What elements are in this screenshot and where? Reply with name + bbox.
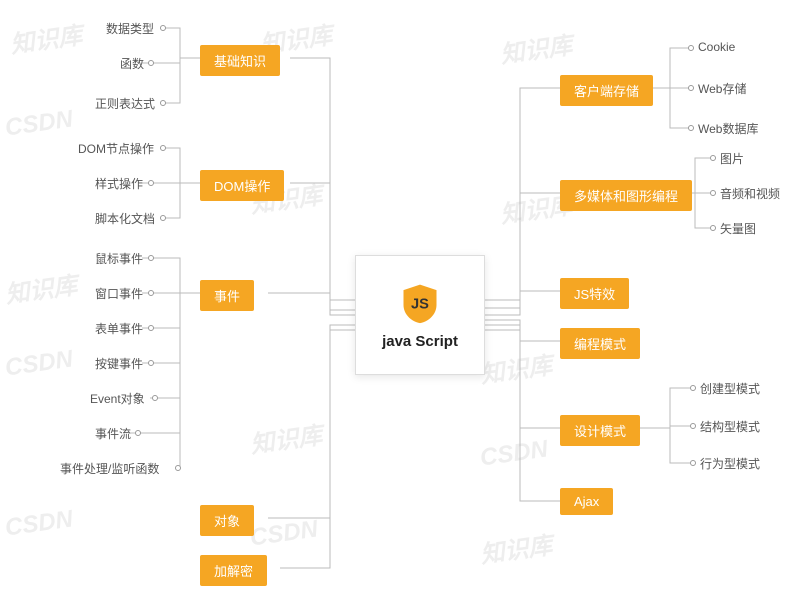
- node-multimedia[interactable]: 多媒体和图形编程: [560, 180, 692, 211]
- leaf-svg[interactable]: 矢量图: [720, 220, 756, 237]
- watermark: CSDN: [3, 345, 74, 382]
- leaf-tick-icon: [688, 85, 694, 91]
- leaf-tick-icon: [148, 290, 154, 296]
- leaf-tick-icon: [152, 395, 158, 401]
- leaf-mouse-event[interactable]: 鼠标事件: [95, 250, 143, 267]
- leaf-tick-icon: [160, 145, 166, 151]
- node-ajax[interactable]: Ajax: [560, 488, 613, 515]
- leaf-window-event[interactable]: 窗口事件: [95, 285, 143, 302]
- leaf-tick-icon: [160, 100, 166, 106]
- leaf-tick-icon: [690, 385, 696, 391]
- node-crypto[interactable]: 加解密: [200, 555, 267, 586]
- watermark: 知识库: [3, 265, 79, 310]
- leaf-tick-icon: [690, 460, 696, 466]
- watermark: CSDN: [3, 505, 74, 542]
- leaf-structural[interactable]: 结构型模式: [700, 418, 760, 435]
- leaf-event-handler[interactable]: 事件处理/监听函数: [60, 460, 159, 477]
- leaf-function[interactable]: 函数: [120, 55, 144, 72]
- node-basics[interactable]: 基础知识: [200, 45, 280, 76]
- javascript-logo-icon: JS: [398, 281, 442, 325]
- leaf-event-flow[interactable]: 事件流: [95, 425, 131, 442]
- leaf-tick-icon: [710, 190, 716, 196]
- leaf-form-event[interactable]: 表单事件: [95, 320, 143, 337]
- leaf-regex[interactable]: 正则表达式: [95, 95, 155, 112]
- leaf-tick-icon: [688, 125, 694, 131]
- watermark: CSDN: [478, 435, 549, 472]
- node-programming-mode[interactable]: 编程模式: [560, 328, 640, 359]
- leaf-web-storage[interactable]: Web存储: [698, 80, 746, 97]
- leaf-tick-icon: [135, 430, 141, 436]
- leaf-tick-icon: [688, 45, 694, 51]
- leaf-key-event[interactable]: 按键事件: [95, 355, 143, 372]
- leaf-tick-icon: [148, 180, 154, 186]
- leaf-tick-icon: [148, 360, 154, 366]
- leaf-tick-icon: [690, 423, 696, 429]
- watermark: 知识库: [478, 345, 554, 390]
- leaf-tick-icon: [148, 60, 154, 66]
- node-design-pattern[interactable]: 设计模式: [560, 415, 640, 446]
- watermark: 知识库: [498, 25, 574, 70]
- leaf-style-op[interactable]: 样式操作: [95, 175, 143, 192]
- watermark: CSDN: [248, 515, 319, 552]
- watermark: 知识库: [8, 15, 84, 60]
- watermark: 知识库: [478, 525, 554, 570]
- leaf-dom-node[interactable]: DOM节点操作: [78, 140, 154, 157]
- watermark: CSDN: [3, 105, 74, 142]
- leaf-behavioral[interactable]: 行为型模式: [700, 455, 760, 472]
- watermark: 知识库: [248, 415, 324, 460]
- node-events[interactable]: 事件: [200, 280, 254, 311]
- svg-text:JS: JS: [411, 296, 429, 312]
- node-dom[interactable]: DOM操作: [200, 170, 284, 201]
- leaf-audio-video[interactable]: 音频和视频: [720, 185, 780, 202]
- leaf-web-db[interactable]: Web数据库: [698, 120, 758, 137]
- leaf-tick-icon: [160, 25, 166, 31]
- leaf-tick-icon: [148, 255, 154, 261]
- node-object[interactable]: 对象: [200, 505, 254, 536]
- leaf-creational[interactable]: 创建型模式: [700, 380, 760, 397]
- leaf-tick-icon: [710, 155, 716, 161]
- leaf-tick-icon: [710, 225, 716, 231]
- center-node-javascript[interactable]: JS java Script: [355, 255, 485, 375]
- leaf-event-object[interactable]: Event对象: [90, 390, 145, 407]
- center-label: java Script: [382, 333, 458, 350]
- leaf-image[interactable]: 图片: [720, 150, 744, 167]
- leaf-tick-icon: [148, 325, 154, 331]
- leaf-tick-icon: [160, 215, 166, 221]
- leaf-scripted-doc[interactable]: 脚本化文档: [95, 210, 155, 227]
- node-client-storage[interactable]: 客户端存储: [560, 75, 653, 106]
- leaf-cookie[interactable]: Cookie: [698, 40, 735, 54]
- leaf-data-type[interactable]: 数据类型: [106, 20, 154, 37]
- node-js-effects[interactable]: JS特效: [560, 278, 629, 309]
- leaf-tick-icon: [175, 465, 181, 471]
